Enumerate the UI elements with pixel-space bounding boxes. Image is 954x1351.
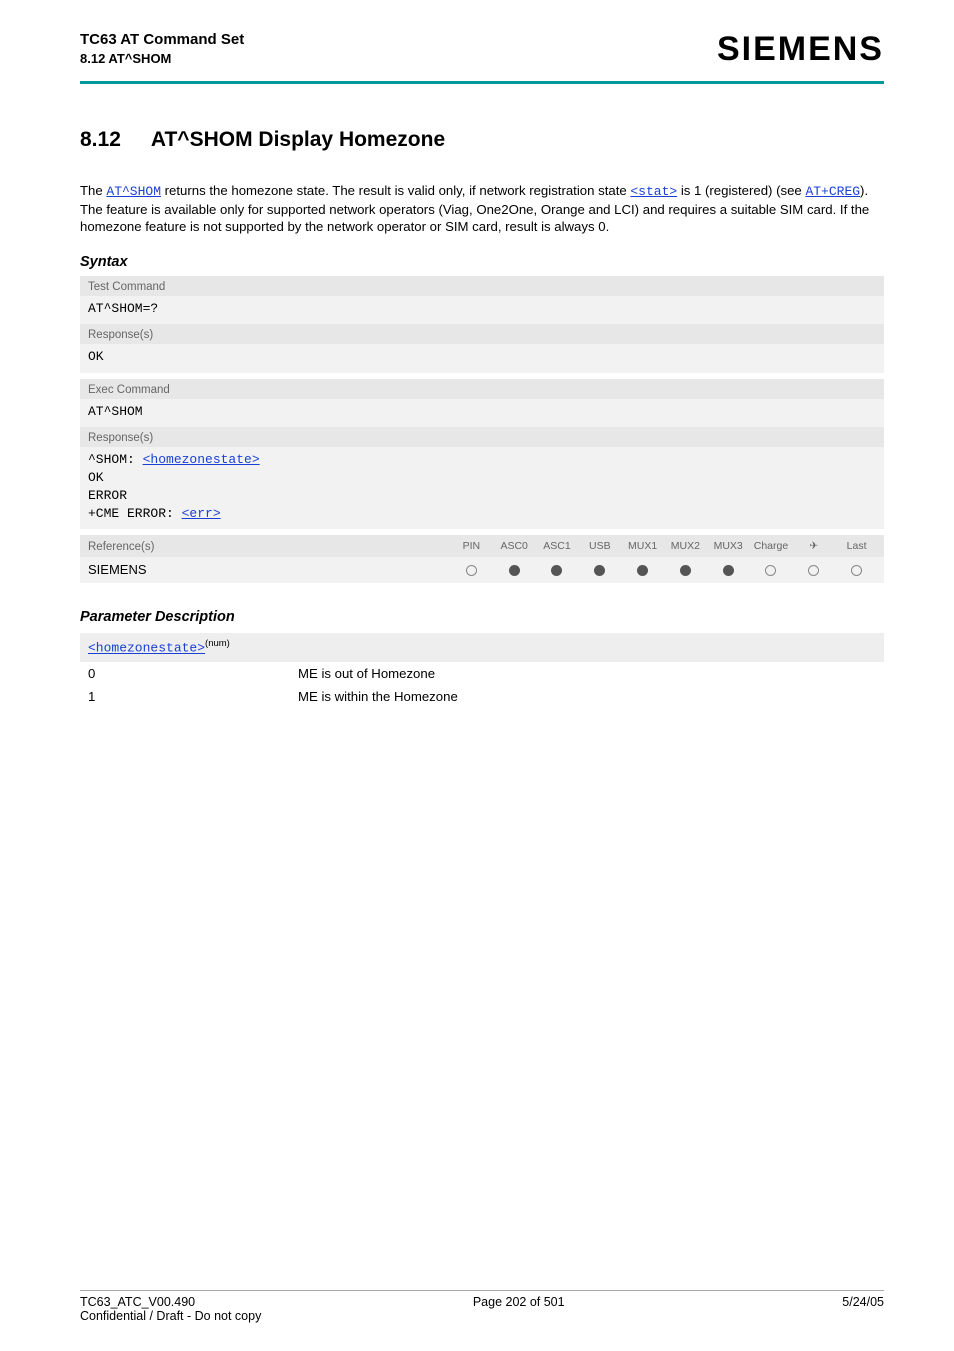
header-rule	[80, 81, 884, 84]
reference-dots	[450, 557, 884, 583]
exec-resp-line4: +CME ERROR: <err>	[88, 505, 876, 523]
brand-logo: SIEMENS	[717, 30, 884, 69]
circle-filled-icon	[723, 565, 734, 576]
dot-last	[835, 565, 878, 576]
intro-t1: The	[80, 183, 106, 198]
circle-filled-icon	[594, 565, 605, 576]
footer-right: 5/24/05	[842, 1295, 884, 1309]
col-asc1: ASC1	[536, 540, 579, 552]
exec-resp-line1: ^SHOM: <homezonestate>	[88, 451, 876, 469]
exec-command-label: Exec Command	[80, 379, 884, 399]
dot-asc1	[536, 565, 579, 576]
link-homezonestate[interactable]: <homezonestate>	[143, 452, 260, 467]
link-at-shom[interactable]: AT^SHOM	[106, 184, 161, 199]
intro-t2: returns the homezone state. The result i…	[161, 183, 630, 198]
link-at-creg[interactable]: AT+CREG	[805, 184, 860, 199]
test-response-label: Response(s)	[80, 324, 884, 344]
col-mux1: MUX1	[621, 540, 664, 552]
circle-filled-icon	[509, 565, 520, 576]
param-head-link[interactable]: <homezonestate>	[88, 641, 205, 656]
exec-response-code: ^SHOM: <homezonestate> OK ERROR +CME ERR…	[80, 447, 884, 530]
test-command-label: Test Command	[80, 276, 884, 296]
test-response-code: OK	[80, 344, 884, 372]
header-left: TC63 AT Command Set 8.12 AT^SHOM	[80, 30, 244, 68]
link-err[interactable]: <err>	[182, 506, 221, 521]
footer-row2: Confidential / Draft - Do not copy	[80, 1309, 884, 1323]
exec-resp-l4a: +CME ERROR:	[88, 506, 182, 521]
circle-open-icon	[466, 565, 477, 576]
dot-mux2	[664, 565, 707, 576]
page: TC63 AT Command Set 8.12 AT^SHOM SIEMENS…	[0, 0, 954, 1351]
dot-pin	[450, 565, 493, 576]
exec-resp-line2: OK	[88, 469, 876, 487]
dot-airplane	[792, 565, 835, 576]
exec-command-code: AT^SHOM	[80, 399, 884, 427]
col-last: Last	[835, 540, 878, 552]
intro-t4: ).	[860, 183, 868, 198]
intro-paragraph: The AT^SHOM returns the homezone state. …	[80, 182, 884, 236]
page-footer: TC63_ATC_V00.490 Page 202 of 501 5/24/05…	[80, 1290, 884, 1323]
doc-subtitle: 8.12 AT^SHOM	[80, 50, 244, 68]
intro-t3: is 1 (registered) (see	[677, 183, 805, 198]
dot-mux1	[621, 565, 664, 576]
col-charge: Charge	[750, 540, 793, 552]
param-row-1: 1 ME is within the Homezone	[80, 685, 884, 708]
param-row-0: 0 ME is out of Homezone	[80, 662, 884, 685]
exec-command-text: AT^SHOM	[88, 404, 143, 419]
syntax-label: Syntax	[80, 254, 884, 270]
footer-row1: TC63_ATC_V00.490 Page 202 of 501 5/24/05	[80, 1295, 884, 1309]
param-val-1: ME is within the Homezone	[298, 689, 458, 704]
dot-usb	[578, 565, 621, 576]
col-pin: PIN	[450, 540, 493, 552]
reference-value-row: SIEMENS	[80, 557, 884, 583]
circle-filled-icon	[637, 565, 648, 576]
link-stat[interactable]: <stat>	[630, 184, 677, 199]
intro-line2: The feature is available only for suppor…	[80, 201, 884, 237]
dot-asc0	[493, 565, 536, 576]
test-command-code: AT^SHOM=?	[80, 296, 884, 324]
footer-left1: TC63_ATC_V00.490	[80, 1295, 195, 1309]
syntax-block: Test Command AT^SHOM=? Response(s) OK Ex…	[80, 276, 884, 583]
param-desc-label: Parameter Description	[80, 609, 884, 625]
footer-rule	[80, 1290, 884, 1291]
test-command-text: AT^SHOM=?	[88, 301, 158, 316]
param-key-0: 0	[88, 666, 298, 681]
param-key-1: 1	[88, 689, 298, 704]
dot-charge	[750, 565, 793, 576]
param-head: <homezonestate>(num)	[80, 633, 884, 661]
reference-label: Reference(s)	[80, 535, 450, 557]
doc-title: TC63 AT Command Set	[80, 30, 244, 50]
param-head-sup: (num)	[205, 638, 230, 649]
exec-response-label: Response(s)	[80, 427, 884, 447]
col-usb: USB	[578, 540, 621, 552]
param-val-0: ME is out of Homezone	[298, 666, 435, 681]
circle-open-icon	[808, 565, 819, 576]
circle-filled-icon	[551, 565, 562, 576]
section-title: AT^SHOM Display Homezone	[151, 128, 445, 152]
test-response-text: OK	[88, 349, 104, 364]
col-airplane: ✈	[792, 540, 835, 552]
page-header: TC63 AT Command Set 8.12 AT^SHOM SIEMENS	[80, 30, 884, 69]
col-mux3: MUX3	[707, 540, 750, 552]
reference-columns: PIN ASC0 ASC1 USB MUX1 MUX2 MUX3 Charge …	[450, 535, 884, 557]
col-mux2: MUX2	[664, 540, 707, 552]
dot-mux3	[707, 565, 750, 576]
section-number: 8.12	[80, 128, 121, 152]
footer-center: Page 202 of 501	[473, 1295, 565, 1309]
exec-resp-l1a: ^SHOM:	[88, 452, 143, 467]
footer-left2: Confidential / Draft - Do not copy	[80, 1309, 261, 1323]
section-heading: 8.12 AT^SHOM Display Homezone	[80, 128, 884, 152]
circle-open-icon	[851, 565, 862, 576]
circle-filled-icon	[680, 565, 691, 576]
reference-header-row: Reference(s) PIN ASC0 ASC1 USB MUX1 MUX2…	[80, 535, 884, 557]
circle-open-icon	[765, 565, 776, 576]
exec-resp-line3: ERROR	[88, 487, 876, 505]
col-asc0: ASC0	[493, 540, 536, 552]
reference-value: SIEMENS	[80, 557, 450, 583]
